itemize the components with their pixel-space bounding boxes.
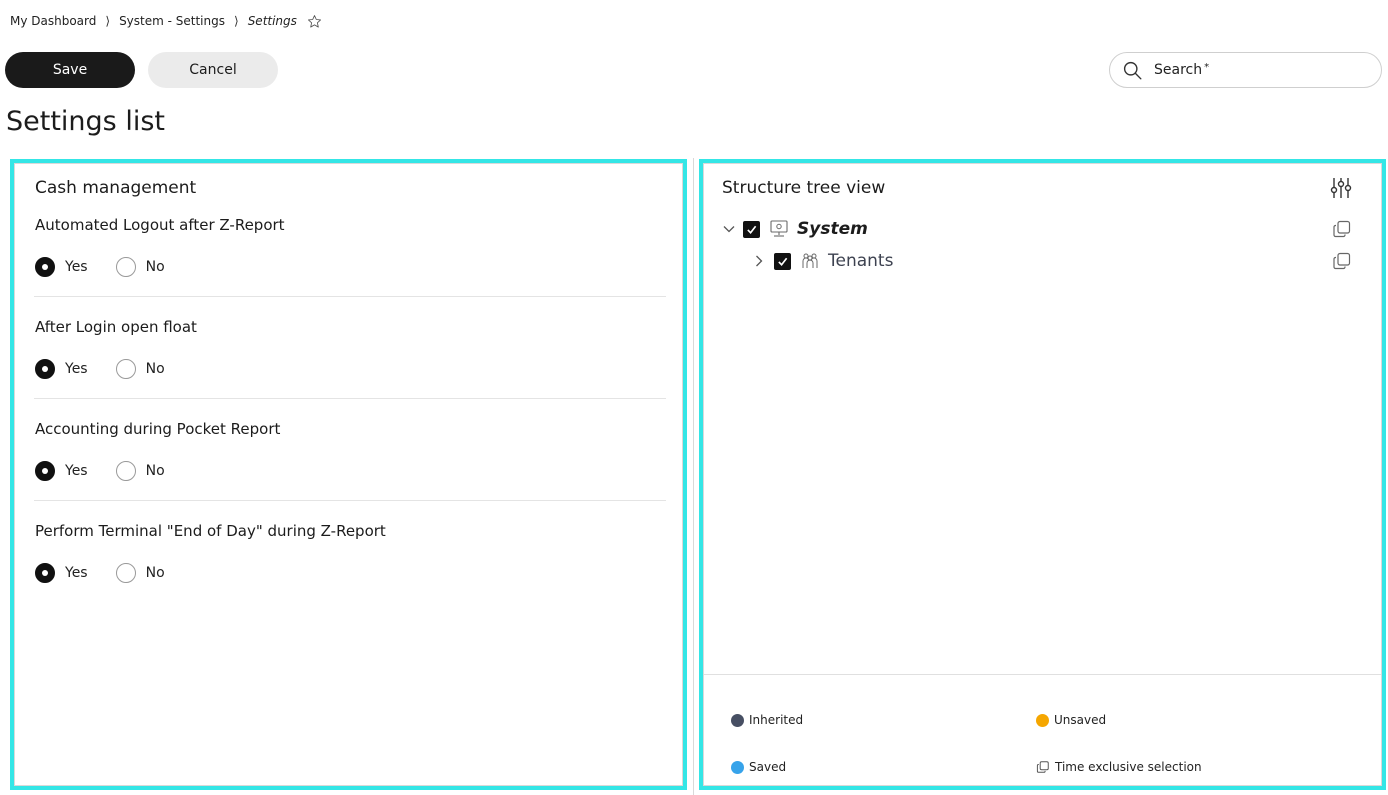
filter-settings-icon[interactable] — [1329, 176, 1353, 200]
page-title: Settings list — [6, 106, 165, 137]
copy-icon[interactable] — [1332, 219, 1352, 239]
setting-pocket-report: Accounting during Pocket Report Yes No — [35, 419, 667, 481]
radio-label: Yes — [65, 361, 88, 377]
check-icon — [747, 225, 757, 234]
tree-node-label: Tenants — [828, 251, 894, 271]
radio-unchecked-icon — [115, 359, 136, 379]
legend-label: Unsaved — [1054, 713, 1107, 727]
setting-label: After Login open float — [35, 318, 197, 336]
favorite-star-icon[interactable] — [307, 14, 322, 29]
section-title: Cash management — [35, 178, 197, 198]
setting-automated-logout: Automated Logout after Z-Report Yes No — [35, 215, 667, 277]
copy-icon — [1036, 761, 1049, 773]
radio-unchecked-icon — [115, 257, 136, 277]
radio-group: Yes No — [35, 563, 667, 583]
legend-unsaved: Unsaved — [1036, 713, 1106, 727]
breadcrumb-separator: ⟩ — [105, 14, 111, 28]
copy-icon[interactable] — [1332, 251, 1352, 271]
radio-checked-icon — [35, 461, 55, 481]
radio-no[interactable]: No — [115, 461, 165, 481]
tree-node-label: System — [797, 219, 868, 239]
radio-checked-icon — [35, 563, 55, 583]
checkbox-checked[interactable] — [743, 220, 760, 238]
tree-node-system[interactable]: System — [722, 217, 1352, 241]
radio-no[interactable]: No — [115, 563, 165, 583]
search-label: Search — [1154, 62, 1203, 78]
radio-checked-icon — [35, 257, 55, 277]
legend-saved: Saved — [731, 760, 786, 774]
tree-node-tenants[interactable]: Tenants — [722, 249, 1352, 273]
radio-no[interactable]: No — [115, 359, 165, 379]
system-icon — [770, 220, 788, 237]
radio-label: Yes — [65, 565, 88, 581]
legend-label: Time exclusive selection — [1055, 760, 1202, 774]
legend-time-exclusive: Time exclusive selection — [1036, 760, 1202, 774]
radio-label: Yes — [65, 463, 88, 479]
settings-panel: Cash management Automated Logout after Z… — [10, 159, 687, 790]
inherited-dot-icon — [731, 713, 744, 727]
setting-separator — [34, 500, 666, 501]
radio-label: No — [145, 463, 165, 479]
chevron-down-icon[interactable] — [722, 222, 736, 236]
unsaved-dot-icon — [1036, 713, 1049, 727]
radio-yes[interactable]: Yes — [35, 461, 88, 481]
saved-dot-icon — [731, 760, 744, 774]
radio-label: Yes — [65, 259, 88, 275]
radio-yes[interactable]: Yes — [35, 359, 88, 379]
setting-separator — [34, 398, 666, 399]
breadcrumb-system-settings[interactable]: System - Settings — [119, 14, 225, 28]
legend-label: Saved — [749, 760, 787, 774]
breadcrumb-current: Settings — [247, 14, 297, 28]
radio-yes[interactable]: Yes — [35, 563, 88, 583]
setting-separator — [34, 296, 666, 297]
breadcrumb-dashboard[interactable]: My Dashboard — [10, 14, 96, 28]
legend-separator — [704, 674, 1381, 675]
radio-label: No — [145, 259, 165, 275]
radio-no[interactable]: No — [115, 257, 165, 277]
save-button[interactable]: Save — [5, 52, 135, 88]
radio-group: Yes No — [35, 359, 667, 379]
radio-unchecked-icon — [115, 461, 136, 481]
breadcrumb: My Dashboard ⟩ System - Settings ⟩ Setti… — [10, 12, 322, 30]
required-marker: * — [1204, 61, 1210, 73]
legend-inherited: Inherited — [731, 713, 803, 727]
structure-tree-panel: Structure tree view System Tenants Inher… — [699, 159, 1386, 790]
tenants-icon — [802, 253, 818, 268]
checkbox-checked[interactable] — [774, 252, 791, 270]
setting-label: Accounting during Pocket Report — [35, 420, 281, 438]
search-icon — [1123, 61, 1142, 80]
legend-label: Inherited — [749, 713, 804, 727]
panel-divider — [693, 158, 694, 795]
radio-checked-icon — [35, 359, 55, 379]
tree-title: Structure tree view — [722, 178, 886, 198]
check-icon — [778, 257, 788, 266]
radio-yes[interactable]: Yes — [35, 257, 88, 277]
setting-end-of-day: Perform Terminal "End of Day" during Z-R… — [35, 521, 667, 583]
radio-label: No — [145, 361, 165, 377]
radio-unchecked-icon — [115, 563, 136, 583]
radio-group: Yes No — [35, 257, 667, 277]
setting-label: Automated Logout after Z-Report — [35, 216, 285, 234]
setting-open-float: After Login open float Yes No — [35, 317, 667, 379]
radio-label: No — [145, 565, 165, 581]
chevron-right-icon[interactable] — [752, 254, 766, 268]
radio-group: Yes No — [35, 461, 667, 481]
cancel-button[interactable]: Cancel — [148, 52, 278, 88]
breadcrumb-separator: ⟩ — [234, 14, 239, 28]
setting-label: Perform Terminal "End of Day" during Z-R… — [35, 522, 386, 540]
search-input[interactable]: Search * — [1109, 52, 1382, 88]
